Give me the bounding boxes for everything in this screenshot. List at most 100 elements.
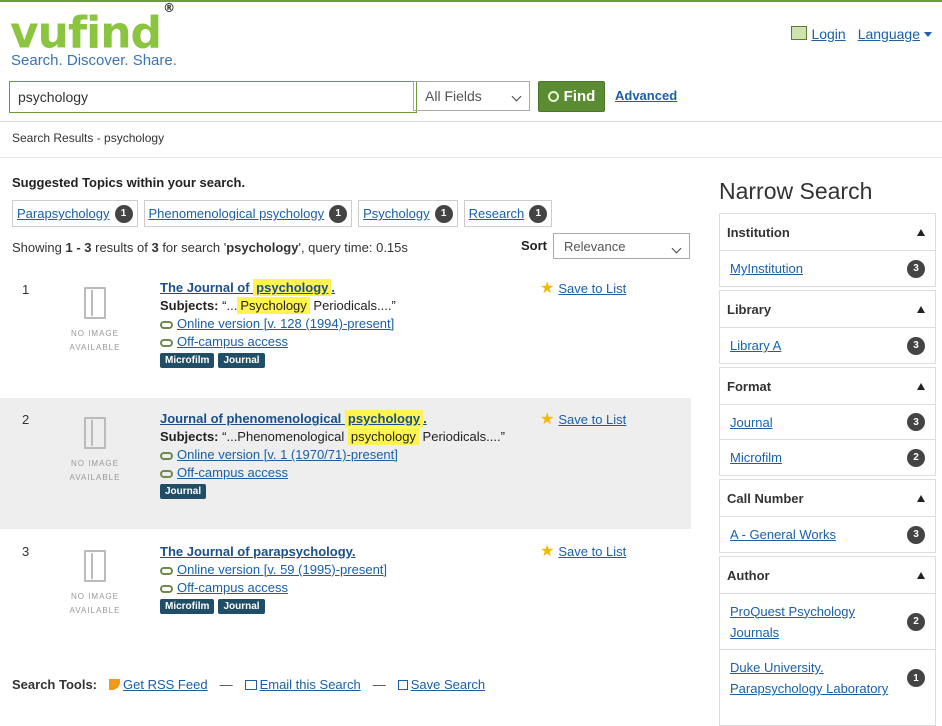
facet-library: Library Library A3 [719,290,936,364]
save-icon [397,680,408,690]
facet-header[interactable]: Author [720,557,935,594]
facet-institution: Institution MyInstitution 3 [719,213,936,287]
count-badge: 2 [907,612,925,631]
top-accent-line [0,0,942,2]
facet-item[interactable]: Duke University. Parapsychology Laborato… [720,650,935,706]
count-badge: 1 [434,204,453,223]
online-version-link[interactable]: Online version [v. 1 (1970/71)-present] [177,447,398,462]
facet-header[interactable]: Format [720,368,935,405]
save-to-list-button[interactable]: ★ Save to List [540,410,626,428]
star-icon: ★ [540,279,555,297]
result-number: 2 [22,412,30,427]
save-search-link[interactable]: Save Search [397,677,485,692]
topic-parapsychology[interactable]: Parapsychology 1 [12,200,138,227]
document-icon [84,287,106,319]
chevron-down-icon [671,243,682,254]
result-number: 1 [22,282,30,297]
format-badge: Journal [218,353,265,368]
rss-icon [109,679,121,690]
result-subjects: Subjects: “...Phenomenological psycholog… [160,428,505,445]
topic-research[interactable]: Research 1 [463,200,553,227]
save-to-list-button[interactable]: ★ Save to List [540,542,626,560]
collapse-icon [917,228,925,236]
collapse-icon [917,305,925,313]
facet-item[interactable]: Journal 3 [720,405,935,440]
facet-item[interactable]: Microfilm 2 [720,440,935,475]
tagline: Search. Discover. Share. [11,52,177,69]
link-icon [160,452,173,460]
result-title-link[interactable]: The Journal of psychology. [160,279,335,296]
count-badge: 1 [114,204,133,223]
link-icon [160,321,173,329]
facet-header[interactable]: Call Number [720,480,935,517]
find-button[interactable]: Find [538,81,605,112]
login-link[interactable]: Login [791,26,846,42]
rss-feed-link[interactable]: Get RSS Feed [109,677,208,692]
star-icon: ★ [540,542,555,560]
advanced-search-link[interactable]: Advanced [615,88,677,103]
save-to-list-button[interactable]: ★ Save to List [540,279,626,297]
document-icon [84,550,106,582]
suggested-topics-title: Suggested Topics within your search. [12,175,246,190]
sort-select[interactable]: Relevance [553,233,690,259]
facet-header[interactable]: Library [720,291,935,328]
result-body: Journal of phenomenological psychology. … [160,410,530,499]
result-body: The Journal of parapsychology. Online ve… [160,544,530,614]
no-image-placeholder: NO IMAGE AVAILABLE [62,550,128,618]
login-icon [791,26,808,40]
result-item: 2 NO IMAGE AVAILABLE Journal of phenomeno… [0,398,691,529]
facet-format: Format Journal 3 Microfilm 2 [719,367,936,476]
count-badge: 3 [907,259,925,278]
language-menu[interactable]: Language [858,26,932,42]
search-icon [547,91,559,102]
email-search-link[interactable]: Email this Search [244,677,361,692]
star-icon: ★ [540,410,555,428]
facet-item[interactable]: Library A3 [720,328,935,363]
online-version-link[interactable]: Online version [v. 59 (1995)-present] [177,562,387,577]
facet-item[interactable]: MyInstitution 3 [720,251,935,286]
count-badge: 3 [907,413,925,431]
facet-call-number: Call Number A - General Works 3 [719,479,936,553]
document-icon [84,417,106,449]
facet-header[interactable]: Institution [720,214,935,251]
result-body: The Journal of psychology. Subjects: “..… [160,279,530,368]
result-number: 3 [22,544,30,559]
search-tools: Search Tools: Get RSS Feed — Email this … [12,677,486,692]
search-type-select[interactable]: All Fields [413,81,530,111]
divider [0,157,942,158]
facet-item[interactable]: ProQuest Psychology Journals 2 [720,594,935,650]
result-title-link[interactable]: The Journal of parapsychology. [160,544,356,559]
link-icon [160,585,173,593]
count-badge: 2 [907,448,925,467]
sort-label: Sort [521,238,547,253]
off-campus-link[interactable]: Off-campus access [177,580,288,595]
result-title-link[interactable]: Journal of phenomenological psychology. [160,410,427,427]
count-badge: 3 [907,525,925,544]
suggested-topics: Parapsychology 1 Phenomenological psychol… [12,200,553,227]
link-icon [160,567,173,575]
facet-item[interactable]: A - General Works 3 [720,517,935,552]
off-campus-link[interactable]: Off-campus access [177,465,288,480]
collapse-icon [917,382,925,390]
format-badge: Microfilm [160,353,215,368]
off-campus-link[interactable]: Off-campus access [177,334,288,349]
results-summary: Showing 1 - 3 results of 3 for search 'p… [12,240,408,255]
chevron-down-icon [511,91,522,102]
narrow-search-title: Narrow Search [719,178,873,204]
breadcrumb: Search Results - psychology [12,131,165,145]
result-subjects: Subjects: “... Psychology Periodicals....… [160,297,396,314]
envelope-icon [244,680,257,690]
divider [0,121,942,122]
count-badge: 1 [529,204,548,223]
count-badge: 1 [907,669,925,687]
vufind-logo[interactable]: vufind ® [10,1,175,56]
count-badge: 3 [907,336,925,355]
topic-psychology[interactable]: Psychology 1 [358,200,458,227]
search-input[interactable]: psychology [9,81,417,113]
caret-down-icon [924,32,932,37]
result-item: 1 NO IMAGE AVAILABLE The Journal of psych… [0,268,691,396]
topic-phenomenological-psychology[interactable]: Phenomenological psychology 1 [143,200,353,227]
online-version-link[interactable]: Online version [v. 128 (1994)-present] [177,316,394,331]
format-badge: Microfilm [160,599,215,614]
link-icon [160,339,173,347]
